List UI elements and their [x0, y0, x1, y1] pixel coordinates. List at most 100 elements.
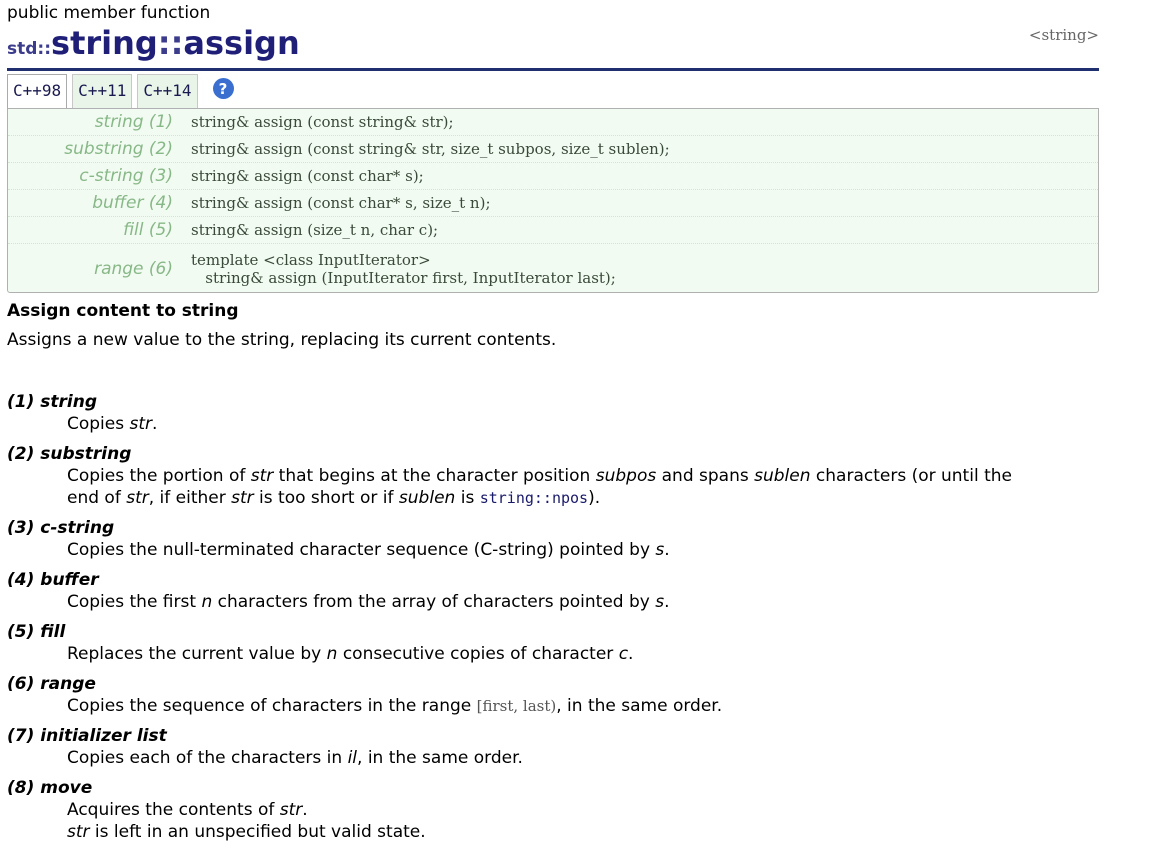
prototype-code-block: template <class InputIterator> string& a…: [191, 251, 616, 287]
def-var: sublen: [398, 488, 456, 508]
def-text: and spans: [656, 466, 755, 486]
def-text: Copies the portion of: [67, 466, 251, 486]
def-text: .: [628, 644, 634, 664]
prototype-code: string& assign (size_t n, char c);: [191, 221, 439, 239]
def-text: Copies: [67, 414, 130, 434]
param-def: Acquires the contents of str. str is lef…: [67, 799, 1099, 843]
def-line: Copies the portion of str that begins at…: [67, 465, 1099, 487]
def-text: end of: [67, 488, 127, 508]
prototype-row: fill (5) string& assign (size_t n, char …: [8, 217, 1098, 244]
class-name: string: [51, 24, 158, 62]
def-text: .: [664, 540, 670, 560]
param-def: Copies each of the characters in il, in …: [67, 747, 1099, 769]
prototype-table: string (1) string& assign (const string&…: [7, 108, 1099, 293]
def-text: characters (or until the: [810, 466, 1012, 486]
def-var: s: [655, 540, 665, 560]
prototype-row: substring (2) string& assign (const stri…: [8, 136, 1098, 163]
method-name: assign: [183, 24, 300, 62]
def-line: str is left in an unspecified but valid …: [67, 821, 1099, 843]
section-title: Assign content to string: [7, 301, 239, 321]
parameter-list: (1) string Copies str. (2) substring Cop…: [7, 391, 1099, 851]
def-text: .: [302, 800, 308, 820]
prototype-code: string& assign (const string& str);: [191, 113, 454, 131]
def-var: str: [279, 800, 303, 820]
def-var: s: [655, 592, 665, 612]
prototype-label: substring (2): [64, 139, 173, 159]
def-text: , if either: [148, 488, 232, 508]
prototype-row: c-string (3) string& assign (const char*…: [8, 163, 1098, 190]
prototype-row: string (1) string& assign (const string&…: [8, 109, 1098, 136]
prototype-label: c-string (3): [79, 166, 173, 186]
param-term: (5) fill: [7, 622, 66, 642]
param-term: (8) move: [7, 778, 93, 798]
help-icon[interactable]: ?: [212, 78, 234, 99]
def-var: str: [126, 488, 149, 508]
def-text: Replaces the current value by: [67, 644, 327, 664]
def-text: Copies the first: [67, 592, 202, 612]
header-link[interactable]: <string>: [1029, 26, 1099, 44]
def-var: str: [231, 488, 254, 508]
def-var: str: [67, 822, 90, 842]
param-def: Copies str.: [67, 413, 1099, 435]
param-term: (4) buffer: [7, 570, 99, 590]
param-term: (1) string: [7, 392, 98, 412]
prototype-code: string& assign (InputIterator first, Inp…: [191, 269, 616, 287]
def-line: Acquires the contents of str.: [67, 799, 1099, 821]
param-term: (2) substring: [7, 444, 132, 464]
def-var: n: [326, 644, 338, 664]
def-var: il: [347, 748, 358, 768]
prototype-label: range (6): [94, 259, 173, 279]
def-text: is left in an unspecified but valid stat…: [89, 822, 426, 842]
def-text: that begins at the character position: [273, 466, 596, 486]
param-def: Copies the portion of str that begins at…: [67, 465, 1099, 509]
param-term: (7) initializer list: [7, 726, 167, 746]
prototype-code: string& assign (const char* s);: [191, 167, 424, 185]
def-var: subpos: [595, 466, 657, 486]
def-text: Copies each of the characters in: [67, 748, 348, 768]
def-text: consecutive copies of character: [337, 644, 619, 664]
prototype-label: string (1): [94, 112, 173, 132]
def-text: Copies the sequence of characters in the…: [67, 696, 477, 716]
def-text: characters from the array of characters …: [212, 592, 656, 612]
param-term: (3) c-string: [7, 518, 115, 538]
def-text: , in the same order.: [357, 748, 523, 768]
param-def: Copies the first n characters from the a…: [67, 591, 1099, 613]
prototype-label: buffer (4): [92, 193, 173, 213]
def-text: is: [455, 488, 480, 508]
def-text: , in the same order.: [556, 696, 723, 716]
prototype-label: fill (5): [123, 220, 173, 240]
tab-cpp14[interactable]: C++14: [137, 74, 198, 109]
range-notation: [first, last): [476, 697, 557, 715]
title-divider: [7, 68, 1099, 71]
prototype-code: string& assign (const char* s, size_t n)…: [191, 194, 491, 212]
def-line: end of str, if either str is too short o…: [67, 487, 1099, 509]
member-kind: public member function: [7, 3, 211, 23]
def-var: str: [250, 466, 274, 486]
standard-tabs: C++98 C++11 C++14 ?: [7, 74, 234, 109]
def-var: n: [201, 592, 213, 612]
prototype-row: range (6) template <class InputIterator>…: [8, 244, 1098, 294]
scope-separator: ::: [157, 24, 184, 62]
def-text: Acquires the contents of: [67, 800, 280, 820]
def-var: c: [618, 644, 629, 664]
def-var: sublen: [754, 466, 811, 486]
param-def: Copies the sequence of characters in the…: [67, 695, 1099, 717]
def-text: .: [152, 414, 158, 434]
description: Assigns a new value to the string, repla…: [7, 330, 557, 350]
prototype-code: template <class InputIterator>: [191, 251, 431, 269]
namespace-prefix: std::: [7, 39, 52, 59]
def-text: is too short or if: [253, 488, 399, 508]
def-text: .: [664, 592, 670, 612]
param-term: (6) range: [7, 674, 96, 694]
page-title: std::string::assign: [7, 24, 300, 62]
npos-link[interactable]: string::npos: [480, 489, 588, 507]
param-def: Copies the null-terminated character seq…: [67, 539, 1099, 561]
def-text: Copies the null-terminated character seq…: [67, 540, 656, 560]
prototype-row: buffer (4) string& assign (const char* s…: [8, 190, 1098, 217]
tab-cpp11[interactable]: C++11: [72, 74, 133, 109]
tab-cpp98[interactable]: C++98: [7, 74, 68, 109]
def-text: ).: [588, 488, 601, 508]
param-def: Replaces the current value by n consecut…: [67, 643, 1099, 665]
def-var: str: [129, 414, 153, 434]
prototype-code: string& assign (const string& str, size_…: [191, 140, 670, 158]
